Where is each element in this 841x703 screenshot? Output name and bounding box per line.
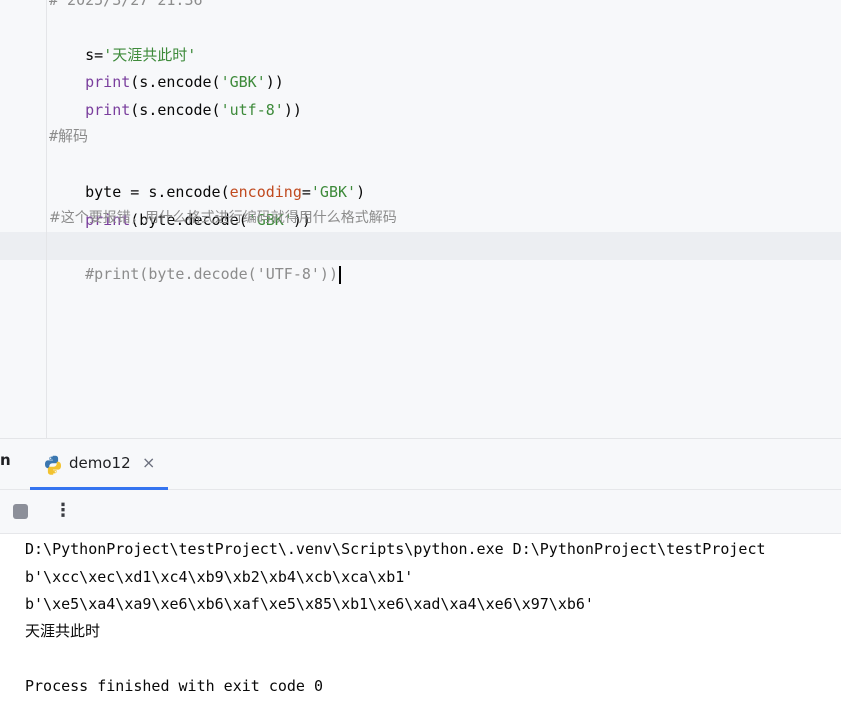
stop-icon[interactable] <box>13 504 28 519</box>
code-line-5-comment: #解码 <box>49 127 89 145</box>
code-line-7: print(byte.decode('GBK')) <box>49 178 311 229</box>
console-line: b'\xe5\xa4\xa9\xe6\xb6\xaf\xe5\x85\xb1\x… <box>25 595 594 613</box>
code-token: )) <box>283 101 302 119</box>
code-line-9: #print(byte.decode('UTF-8')) <box>49 232 341 284</box>
python-icon <box>45 455 61 475</box>
tool-window-title: n <box>0 451 11 469</box>
code-line-6: byte = s.encode(encoding='GBK') <box>49 150 365 201</box>
tab-demo12[interactable]: demo12 × <box>30 439 168 490</box>
console-line: b'\xcc\xec\xd1\xc4\xb9\xb2\xb4\xcb\xca\x… <box>25 568 414 586</box>
run-tool-window-header: n demo12 × <box>0 438 841 490</box>
console-line: D:\PythonProject\testProject\.venv\Scrip… <box>25 540 766 558</box>
run-toolbar: ⋮ <box>0 490 841 534</box>
console-line: Process finished with exit code 0 <box>25 677 324 695</box>
code-token: ) <box>356 183 366 201</box>
code-token: (s.encode( <box>130 101 221 119</box>
code-line-1: s='天涯共此时' <box>49 13 196 64</box>
code-line-3: print(s.encode('utf-8')) <box>49 68 302 119</box>
code-line-8-comment: #这个要报错，用什么格式进行编码就得用什么格式解码 <box>49 210 397 226</box>
console-output[interactable]: D:\PythonProject\testProject\.venv\Scrip… <box>0 534 841 703</box>
code-line-2: print(s.encode('GBK')) <box>49 40 284 91</box>
code-string: 'utf-8' <box>220 101 284 119</box>
more-options-icon[interactable]: ⋮ <box>54 499 72 523</box>
code-comment: #print(byte.decode('UTF-8')) <box>85 265 338 283</box>
code-keyword: print <box>85 101 131 119</box>
code-line-header-comment: # 2025/3/27 21:36 <box>49 0 203 9</box>
code-editor[interactable]: # 2025/3/27 21:36 s='天涯共此时' print(s.enco… <box>0 0 841 438</box>
gutter-divider <box>46 0 47 438</box>
console-line: 天涯共此时 <box>25 622 101 640</box>
tab-label: demo12 <box>69 454 131 472</box>
text-caret <box>339 265 341 284</box>
code-string: 'GBK' <box>310 183 357 201</box>
close-icon[interactable]: × <box>142 453 155 472</box>
